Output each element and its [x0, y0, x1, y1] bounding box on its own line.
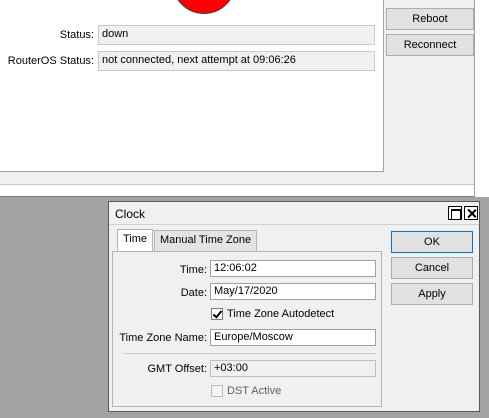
background-strip	[0, 172, 489, 184]
tz-autodetect-checkbox[interactable]	[211, 308, 223, 320]
time-field[interactable]: 12:06:02	[210, 260, 376, 277]
date-label: Date:	[180, 287, 207, 299]
clock-dialog: Clock Time Manual Time Zone Time: 12:06:…	[108, 201, 480, 412]
date-field[interactable]: May/17/2020	[210, 283, 376, 300]
tz-name-label: Time Zone Name:	[119, 332, 207, 344]
background-window: Status: down RouterOS Status: not connec…	[0, 0, 489, 197]
time-label: Time:	[179, 264, 207, 276]
reconnect-button[interactable]: Reconnect	[386, 34, 474, 56]
routeros-status-field: not connected, next attempt at 09:06:26	[98, 51, 375, 71]
tz-name-field[interactable]: Europe/Moscow	[210, 329, 376, 346]
ok-button[interactable]: OK	[391, 231, 473, 253]
gmt-offset-label: GMT Offset:	[147, 363, 208, 375]
tab-time[interactable]: Time	[117, 229, 154, 252]
maximize-icon[interactable]	[448, 206, 462, 220]
status-indicator-icon	[172, 0, 236, 14]
gmt-offset-field: +03:00	[210, 360, 376, 377]
routeros-status-label: RouterOS Status:	[7, 55, 94, 67]
dialog-titlebar[interactable]: Clock	[109, 202, 479, 225]
status-panel: Status: down RouterOS Status: not connec…	[0, 0, 384, 172]
status-label: Status:	[59, 29, 94, 41]
reboot-button[interactable]: Reboot	[386, 8, 474, 30]
apply-button[interactable]: Apply	[391, 283, 473, 305]
vertical-scrollbar[interactable]	[474, 0, 489, 197]
separator	[123, 353, 376, 354]
cancel-button[interactable]: Cancel	[391, 257, 473, 279]
dst-active-label: DST Active	[227, 385, 282, 397]
time-tab-panel: Time: 12:06:02 Date: May/17/2020 Time Zo…	[112, 251, 382, 407]
tab-manual-time-zone[interactable]: Manual Time Zone	[154, 230, 258, 251]
close-icon[interactable]	[464, 206, 478, 220]
horizontal-scrollbar[interactable]	[0, 184, 475, 196]
dialog-title: Clock	[115, 207, 146, 221]
status-field: down	[98, 25, 375, 45]
dst-active-checkbox	[211, 385, 223, 397]
tz-autodetect-label: Time Zone Autodetect	[227, 308, 335, 320]
